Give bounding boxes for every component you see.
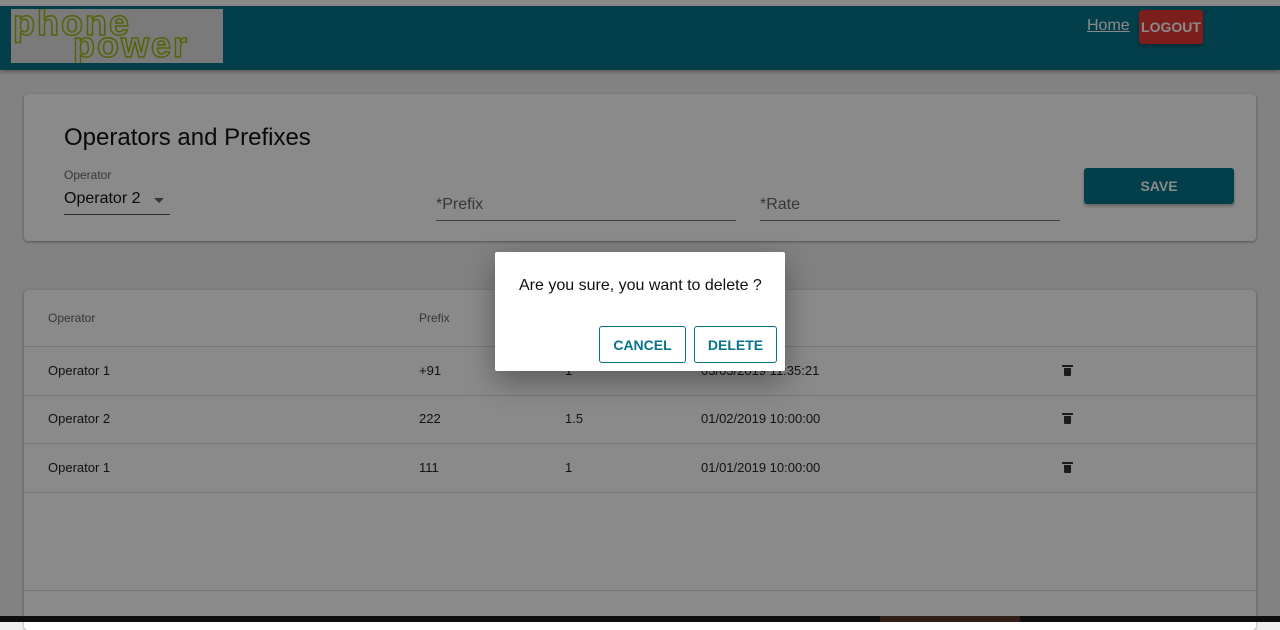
delete-button[interactable]: DELETE xyxy=(694,326,777,363)
dialog-message: Are you sure, you want to delete ? xyxy=(519,277,762,294)
cancel-button[interactable]: CANCEL xyxy=(599,326,686,363)
delete-confirm-dialog: Are you sure, you want to delete ? CANCE… xyxy=(495,252,785,371)
